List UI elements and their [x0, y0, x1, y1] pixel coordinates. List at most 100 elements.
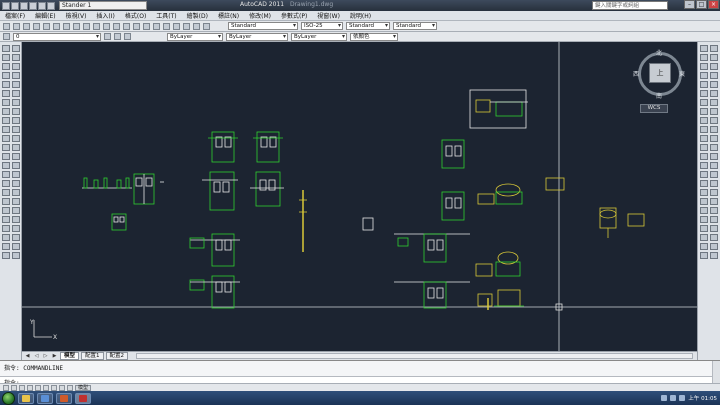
compass-west[interactable]: 西 — [633, 69, 639, 78]
draw-tool-icon[interactable] — [2, 162, 10, 169]
draw-tool-icon[interactable] — [2, 90, 10, 97]
tab-model[interactable]: 模型 — [60, 352, 80, 360]
compass-south[interactable]: 南 — [656, 91, 662, 100]
menu-modify[interactable]: 修改(M) — [244, 11, 276, 20]
save-icon[interactable] — [29, 1, 37, 10]
draw-tool-icon[interactable] — [2, 234, 10, 241]
next-tab-arrow-icon[interactable]: ▷ — [42, 353, 49, 360]
modify-tool-icon[interactable] — [12, 198, 20, 205]
dimension-tool-icon[interactable] — [700, 189, 708, 196]
inquiry-tool-icon[interactable] — [710, 90, 718, 97]
draw-tool-icon[interactable] — [2, 135, 10, 142]
inquiry-tool-icon[interactable] — [710, 207, 718, 214]
modify-tool-icon[interactable] — [12, 135, 20, 142]
zoom-window-icon[interactable] — [123, 22, 130, 30]
tray-flag-icon[interactable] — [679, 395, 686, 401]
modify-tool-icon[interactable] — [12, 189, 20, 196]
last-tab-arrow-icon[interactable]: ▶ — [51, 353, 58, 360]
inquiry-tool-icon[interactable] — [710, 63, 718, 70]
close-button[interactable]: × — [708, 0, 719, 9]
dimension-tool-icon[interactable] — [700, 45, 708, 52]
lwt-toggle[interactable] — [67, 384, 73, 391]
dimension-tool-icon[interactable] — [700, 171, 708, 178]
dimension-tool-icon[interactable] — [700, 144, 708, 151]
inquiry-tool-icon[interactable] — [710, 126, 718, 133]
dimension-tool-icon[interactable] — [700, 54, 708, 61]
modify-tool-icon[interactable] — [12, 234, 20, 241]
draw-tool-icon[interactable] — [2, 54, 10, 61]
dimension-tool-icon[interactable] — [700, 117, 708, 124]
zoom-previous-icon[interactable] — [133, 22, 140, 30]
draw-tool-icon[interactable] — [2, 45, 10, 52]
dimension-tool-icon[interactable] — [700, 63, 708, 70]
ortho-toggle[interactable] — [19, 384, 25, 391]
inquiry-tool-icon[interactable] — [710, 198, 718, 205]
dimension-tool-icon[interactable] — [700, 153, 708, 160]
draw-tool-icon[interactable] — [2, 198, 10, 205]
properties-icon[interactable] — [143, 22, 150, 30]
print-icon[interactable] — [33, 22, 40, 30]
draw-tool-icon[interactable] — [2, 63, 10, 70]
paste-icon[interactable] — [63, 22, 70, 30]
color-dropdown[interactable]: ByLayer — [167, 32, 223, 41]
draw-tool-icon[interactable] — [2, 153, 10, 160]
menu-draw[interactable]: 繪製(D) — [182, 11, 213, 20]
draw-tool-icon[interactable] — [2, 99, 10, 106]
draw-tool-icon[interactable] — [2, 207, 10, 214]
inquiry-tool-icon[interactable] — [710, 252, 718, 259]
text-style-dropdown[interactable]: Standard — [228, 22, 298, 30]
compass-north[interactable]: 北 — [656, 48, 662, 57]
sheet-set-icon[interactable] — [173, 22, 180, 30]
workspace-dropdown[interactable]: Stander 1 — [59, 1, 147, 10]
modify-tool-icon[interactable] — [12, 207, 20, 214]
modify-tool-icon[interactable] — [12, 144, 20, 151]
modify-tool-icon[interactable] — [12, 162, 20, 169]
dimension-tool-icon[interactable] — [700, 162, 708, 169]
markup-icon[interactable] — [183, 22, 190, 30]
calculator-icon[interactable] — [193, 22, 200, 30]
inquiry-tool-icon[interactable] — [710, 153, 718, 160]
menu-insert[interactable]: 插入(I) — [91, 11, 119, 20]
inquiry-tool-icon[interactable] — [710, 72, 718, 79]
inquiry-tool-icon[interactable] — [710, 108, 718, 115]
inquiry-tool-icon[interactable] — [710, 243, 718, 250]
layer-previous-icon[interactable] — [114, 33, 121, 40]
open-icon[interactable] — [13, 22, 20, 30]
dimension-tool-icon[interactable] — [700, 198, 708, 205]
help-icon[interactable] — [203, 22, 210, 30]
draw-tool-icon[interactable] — [2, 171, 10, 178]
dyn-toggle[interactable] — [59, 384, 65, 391]
drawing-canvas[interactable]: Y X 上 北 南 東 西 WCS — [22, 42, 697, 351]
modify-tool-icon[interactable] — [12, 108, 20, 115]
undo-icon[interactable] — [38, 1, 46, 10]
dimension-tool-icon[interactable] — [700, 99, 708, 106]
layer-properties-icon[interactable] — [3, 33, 10, 40]
dimension-tool-icon[interactable] — [700, 126, 708, 133]
model-space-button[interactable]: 模型 — [75, 384, 92, 391]
menu-format[interactable]: 格式(O) — [120, 11, 151, 20]
inquiry-tool-icon[interactable] — [710, 117, 718, 124]
modify-tool-icon[interactable] — [12, 45, 20, 52]
taskbar-browser-icon[interactable] — [56, 392, 72, 404]
draw-tool-icon[interactable] — [2, 216, 10, 223]
menu-help[interactable]: 說明(H) — [345, 11, 376, 20]
modify-tool-icon[interactable] — [12, 252, 20, 259]
draw-tool-icon[interactable] — [2, 225, 10, 232]
linetype-dropdown[interactable]: ByLayer — [226, 32, 288, 41]
menu-tools[interactable]: 工具(T) — [151, 11, 181, 20]
modify-tool-icon[interactable] — [12, 171, 20, 178]
model-space-drawing[interactable]: Y X — [22, 42, 697, 351]
draw-tool-icon[interactable] — [2, 252, 10, 259]
grid-toggle[interactable] — [11, 384, 17, 391]
dimension-tool-icon[interactable] — [700, 81, 708, 88]
zoom-icon[interactable] — [113, 22, 120, 30]
dimension-tool-icon[interactable] — [700, 108, 708, 115]
table-style-dropdown[interactable]: Standard — [346, 22, 390, 30]
horizontal-scrollbar[interactable] — [136, 353, 693, 359]
taskbar-autocad-icon[interactable] — [75, 392, 91, 404]
prev-tab-arrow-icon[interactable]: ◁ — [33, 353, 40, 360]
search-input[interactable]: 鍵入關鍵字或詞組 — [592, 1, 668, 10]
snap-toggle[interactable] — [3, 384, 9, 391]
taskbar-explorer-icon[interactable] — [18, 392, 34, 404]
make-current-icon[interactable] — [104, 33, 111, 40]
